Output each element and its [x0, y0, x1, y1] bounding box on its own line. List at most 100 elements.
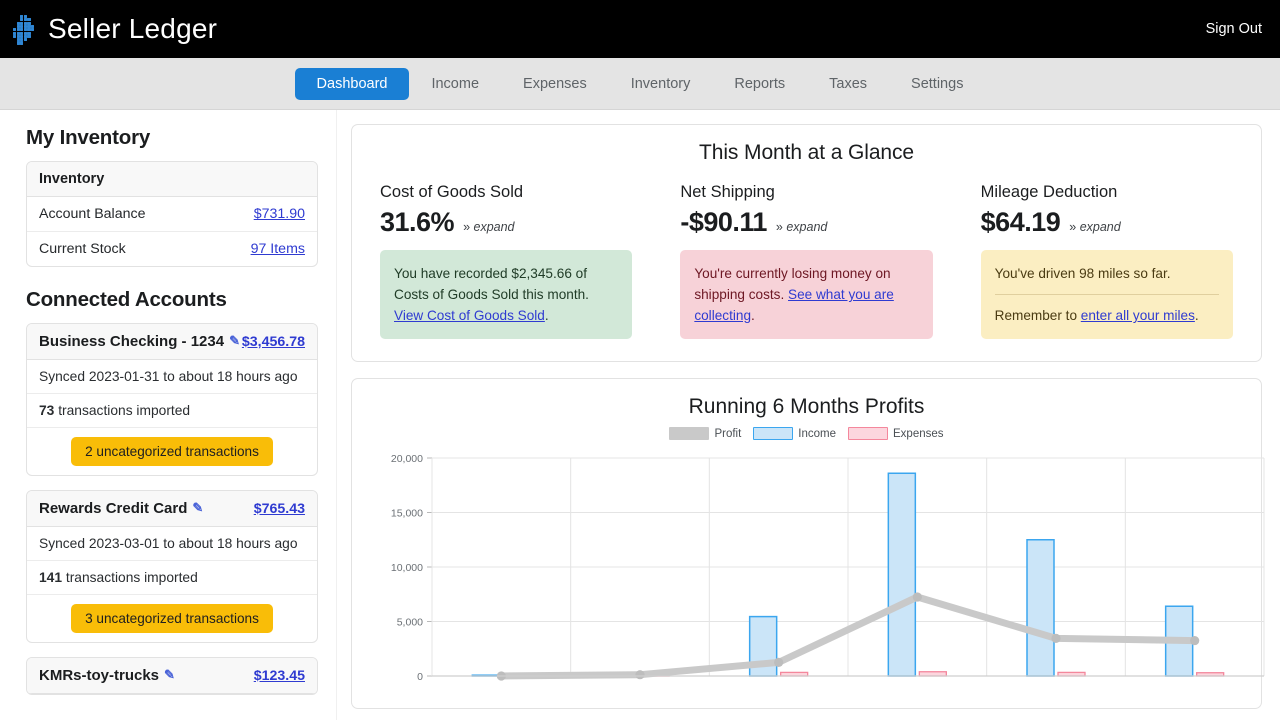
nav-item-expenses[interactable]: Expenses: [501, 68, 609, 100]
legend-item-profit[interactable]: Profit: [669, 427, 741, 440]
chart-bar-income[interactable]: [1027, 540, 1054, 676]
chart-ytick-label: 0: [417, 671, 423, 683]
chart-point-profit[interactable]: [913, 593, 922, 602]
account-balance-link[interactable]: $765.43: [254, 501, 305, 517]
connected-accounts-title: Connected Accounts: [26, 288, 318, 312]
metric-value: $64.19: [981, 207, 1061, 238]
account-tx-count: 141: [39, 570, 62, 585]
connected-accounts-list: Business Checking - 1234✎$3,456.78Synced…: [26, 323, 318, 695]
app-header: Seller Ledger Sign Out: [0, 0, 1280, 58]
note-link[interactable]: enter all your miles: [1081, 308, 1195, 323]
pencil-icon[interactable]: ✎: [192, 500, 203, 516]
legend-label: Income: [798, 428, 836, 440]
chart-ytick-label: 10,000: [391, 562, 423, 574]
metric-value: 31.6%: [380, 207, 454, 238]
main-content: This Month at a Glance Cost of Goods Sol…: [337, 110, 1280, 720]
pencil-icon[interactable]: ✎: [164, 667, 175, 683]
metric-label: Net Shipping: [680, 183, 932, 202]
account-card-header: Rewards Credit Card ✎ $765.43: [27, 491, 317, 527]
metric-value-row: 31.6% » expand: [380, 207, 632, 238]
account-name: Rewards Credit Card: [39, 500, 187, 517]
chart-bar-expenses[interactable]: [919, 672, 946, 676]
uncategorized-transactions-badge[interactable]: 3 uncategorized transactions: [71, 604, 273, 633]
chart-point-profit[interactable]: [1051, 634, 1060, 643]
connected-account-card: KMRs-toy-trucks✎$123.45: [26, 657, 318, 695]
account-transactions-row: 141 transactions imported: [27, 561, 317, 595]
chart-point-profit[interactable]: [635, 670, 644, 679]
metric-label: Cost of Goods Sold: [380, 183, 632, 202]
brand-name: Seller Ledger: [48, 13, 217, 45]
double-chevron-right-icon: »: [776, 220, 783, 234]
note-line-1: You've driven 98 miles so far.: [995, 266, 1171, 281]
account-synced-text: Synced 2023-01-31 to about 18 hours ago: [39, 369, 298, 384]
chart-legend: Profit Income Expenses: [380, 427, 1233, 440]
glance-metric: Cost of Goods Sold 31.6% » expand You have …: [380, 183, 632, 339]
chart-title: Running 6 Months Profits: [380, 395, 1233, 419]
chart-point-profit[interactable]: [1190, 636, 1199, 645]
current-stock-link[interactable]: 97 Items: [251, 241, 305, 257]
sign-out-link[interactable]: Sign Out: [1206, 21, 1262, 37]
legend-label: Expenses: [893, 428, 944, 440]
account-badge-row: 3 uncategorized transactions: [27, 595, 317, 642]
nav-item-inventory[interactable]: Inventory: [609, 68, 713, 100]
legend-item-income[interactable]: Income: [753, 427, 836, 440]
expand-button[interactable]: » expand: [463, 220, 514, 234]
expand-button[interactable]: » expand: [776, 220, 827, 234]
my-inventory-title: My Inventory: [26, 126, 318, 150]
account-balance-link[interactable]: $123.45: [254, 668, 305, 684]
nav-item-taxes[interactable]: Taxes: [807, 68, 889, 100]
nav-item-income[interactable]: Income: [409, 68, 501, 100]
this-month-at-a-glance-panel: This Month at a Glance Cost of Goods Sol…: [351, 124, 1262, 362]
account-synced-row: Synced 2023-01-31 to about 18 hours ago: [27, 360, 317, 394]
pixel-grid-logo-icon: [12, 14, 38, 44]
account-balance-link[interactable]: $731.90: [254, 206, 305, 222]
double-chevron-right-icon: »: [463, 220, 470, 234]
nav-item-dashboard[interactable]: Dashboard: [295, 68, 410, 100]
metric-note: You're currently losing money on shippin…: [680, 250, 932, 339]
expand-label: expand: [1080, 220, 1121, 234]
metric-label: Mileage Deduction: [981, 183, 1233, 202]
metric-value: -$90.11: [680, 207, 767, 238]
uncategorized-transactions-badge[interactable]: 2 uncategorized transactions: [71, 437, 273, 466]
account-balance-link[interactable]: $3,456.78: [242, 334, 305, 350]
double-chevron-right-icon: »: [1069, 220, 1076, 234]
chart-point-profit[interactable]: [774, 658, 783, 667]
legend-swatch: [753, 427, 793, 440]
metric-note: You've driven 98 miles so far.Remember t…: [981, 250, 1233, 339]
nav-item-settings[interactable]: Settings: [889, 68, 985, 100]
account-name: Business Checking - 1234: [39, 333, 224, 350]
inventory-card-header: Inventory: [27, 162, 317, 197]
metric-value-row: $64.19 » expand: [981, 207, 1233, 238]
connected-account-card: Rewards Credit Card✎$765.43Synced 2023-0…: [26, 490, 318, 643]
inventory-row-account-balance: Account Balance $731.90: [27, 197, 317, 232]
legend-swatch: [669, 427, 709, 440]
note-suffix: .: [751, 308, 755, 323]
legend-label: Profit: [714, 428, 741, 440]
glance-metrics: Cost of Goods Sold 31.6% » expand You have …: [380, 183, 1233, 339]
account-badge-row: 2 uncategorized transactions: [27, 428, 317, 475]
account-transactions-row: 73 transactions imported: [27, 394, 317, 428]
connected-account-card: Business Checking - 1234 ✎$3,456.78 Synced…: [26, 323, 318, 476]
legend-swatch: [848, 427, 888, 440]
metric-value-row: -$90.11 » expand: [680, 207, 932, 238]
legend-item-expenses[interactable]: Expenses: [848, 427, 944, 440]
chart-bar-income[interactable]: [888, 473, 915, 676]
row-label: Current Stock: [39, 241, 126, 257]
expand-label: expand: [474, 220, 515, 234]
row-label: Account Balance: [39, 206, 145, 222]
chart-ytick-label: 20,000: [391, 453, 423, 465]
running-profits-panel: Running 6 Months Profits Profit Income Exp…: [351, 378, 1262, 709]
note-prefix: You have recorded $2,345.66 of Costs of …: [394, 266, 589, 302]
note-suffix: .: [1195, 308, 1199, 323]
metric-note: You have recorded $2,345.66 of Costs of …: [380, 250, 632, 339]
inventory-card: Inventory Account Balance $731.90 Curren…: [26, 161, 318, 267]
pencil-icon[interactable]: ✎: [229, 333, 240, 349]
nav-item-reports[interactable]: Reports: [712, 68, 807, 100]
note-link[interactable]: View Cost of Goods Sold: [394, 308, 545, 323]
account-tx-count: 73: [39, 403, 54, 418]
expand-button[interactable]: » expand: [1069, 220, 1120, 234]
glance-metric: Net Shipping -$90.11 » expand You're curren…: [680, 183, 932, 339]
inventory-row-current-stock: Current Stock 97 Items: [27, 232, 317, 266]
account-card-header: KMRs-toy-trucks✎$123.45: [27, 658, 317, 694]
expand-label: expand: [786, 220, 827, 234]
